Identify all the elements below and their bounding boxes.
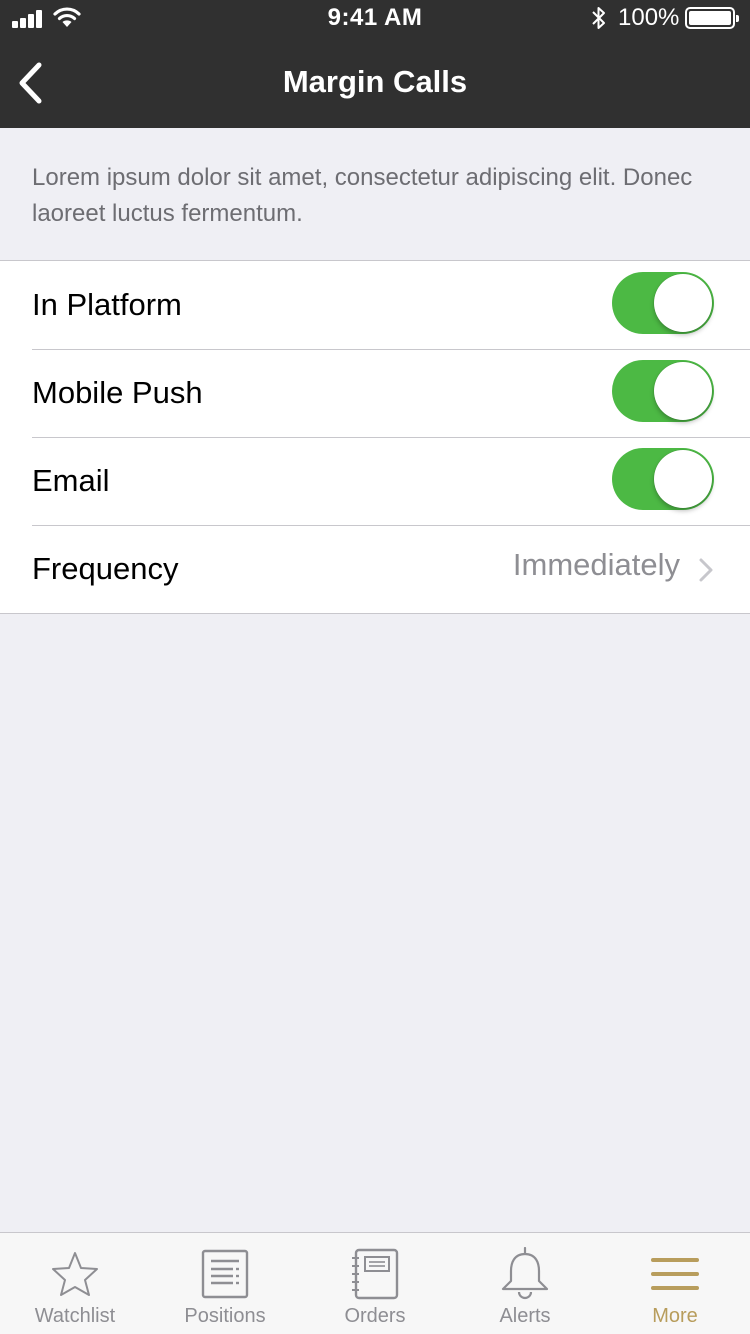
email-toggle[interactable]	[612, 448, 714, 510]
tab-alerts[interactable]: Alerts	[450, 1233, 600, 1334]
setting-label: Frequency	[32, 551, 179, 586]
bluetooth-icon	[592, 7, 605, 29]
tab-label: Positions	[184, 1305, 266, 1327]
page-title: Margin Calls	[282, 64, 468, 99]
menu-icon	[651, 1258, 699, 1290]
tab-watchlist[interactable]: Watchlist	[0, 1233, 150, 1334]
tab-label: More	[652, 1305, 698, 1327]
setting-row-in-platform: In Platform	[0, 261, 750, 349]
tab-positions[interactable]: Positions	[150, 1233, 300, 1334]
tab-bar: Watchlist Positions Orders Alerts More	[0, 1232, 750, 1334]
star-icon	[52, 1252, 98, 1296]
in-platform-toggle[interactable]	[612, 272, 714, 334]
setting-row-mobile-push: Mobile Push	[0, 349, 750, 437]
status-bar: 9:41 AM 100%	[0, 0, 750, 36]
battery-icon	[685, 7, 739, 29]
mobile-push-toggle[interactable]	[612, 360, 714, 422]
description-text: Lorem ipsum dolor sit amet, consectetur …	[32, 164, 693, 227]
tab-orders[interactable]: Orders	[300, 1233, 450, 1334]
setting-label: In Platform	[32, 287, 182, 322]
setting-row-email: Email	[0, 437, 750, 525]
tab-label: Watchlist	[34, 1305, 116, 1327]
bell-icon	[501, 1247, 549, 1300]
setting-label: Mobile Push	[32, 375, 203, 410]
setting-row-frequency[interactable]: Frequency Immediately	[0, 525, 750, 613]
battery-percent: 100%	[618, 4, 680, 31]
frequency-value: Immediately	[512, 547, 680, 582]
tab-label: Alerts	[499, 1305, 551, 1327]
chevron-right-icon	[699, 558, 713, 582]
top-bar: 9:41 AM 100% Margin Calls	[0, 0, 750, 128]
tab-label: Orders	[344, 1305, 406, 1327]
setting-label: Email	[32, 463, 110, 498]
document-list-icon	[201, 1249, 249, 1299]
settings-list: In Platform Mobile Push Email Frequency …	[0, 260, 750, 614]
notebook-icon	[352, 1248, 399, 1300]
tab-more[interactable]: More	[600, 1233, 750, 1334]
